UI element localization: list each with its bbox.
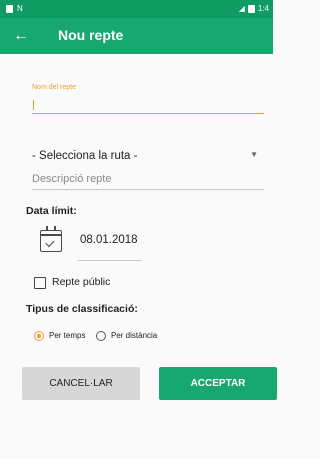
radio-label-per-temps: Per temps	[49, 331, 86, 340]
route-select-value: - Selecciona la ruta -	[32, 150, 138, 162]
description-input[interactable]	[32, 171, 264, 190]
challenge-name-input[interactable]	[32, 95, 264, 114]
text-cursor	[33, 100, 34, 110]
dropdown-arrow-icon: ▼	[250, 150, 258, 159]
date-value[interactable]: 08.01.2018	[80, 234, 138, 246]
status-bar: N ◢ 1:4	[0, 0, 273, 18]
route-select[interactable]: - Selecciona la ruta - ▼	[32, 150, 264, 170]
date-underline	[78, 260, 142, 261]
name-label: Nom del repte	[32, 84, 76, 91]
status-time: 1:4	[257, 4, 269, 13]
calendar-check-mark	[45, 237, 55, 248]
status-right: ◢ 1:4	[239, 4, 269, 13]
accept-button[interactable]: ACCEPTAR	[159, 367, 277, 400]
toolbar: ← Nou repte	[0, 18, 273, 54]
page-title: Nou repte	[58, 27, 124, 43]
radio-label-per-distancia: Per distància	[111, 331, 158, 340]
deadline-title: Data límit:	[26, 205, 77, 217]
back-arrow-icon[interactable]: ←	[10, 25, 32, 47]
classification-title: Tipus de classificació:	[26, 303, 138, 315]
calendar-icon[interactable]	[40, 226, 62, 252]
n-icon: N	[17, 4, 23, 13]
battery-icon	[247, 4, 255, 13]
public-challenge-label: Repte públic	[52, 276, 111, 288]
signal-icon: ◢	[238, 4, 245, 13]
radio-per-temps[interactable]	[34, 331, 44, 341]
sim-icon	[6, 4, 13, 13]
calendar-ring-right	[54, 226, 56, 231]
status-left: N	[6, 4, 23, 13]
cancel-button[interactable]: CANCEL·LAR	[22, 367, 140, 400]
calendar-ring-left	[46, 226, 48, 231]
radio-per-distancia[interactable]	[96, 331, 106, 341]
public-challenge-checkbox[interactable]	[34, 277, 46, 289]
